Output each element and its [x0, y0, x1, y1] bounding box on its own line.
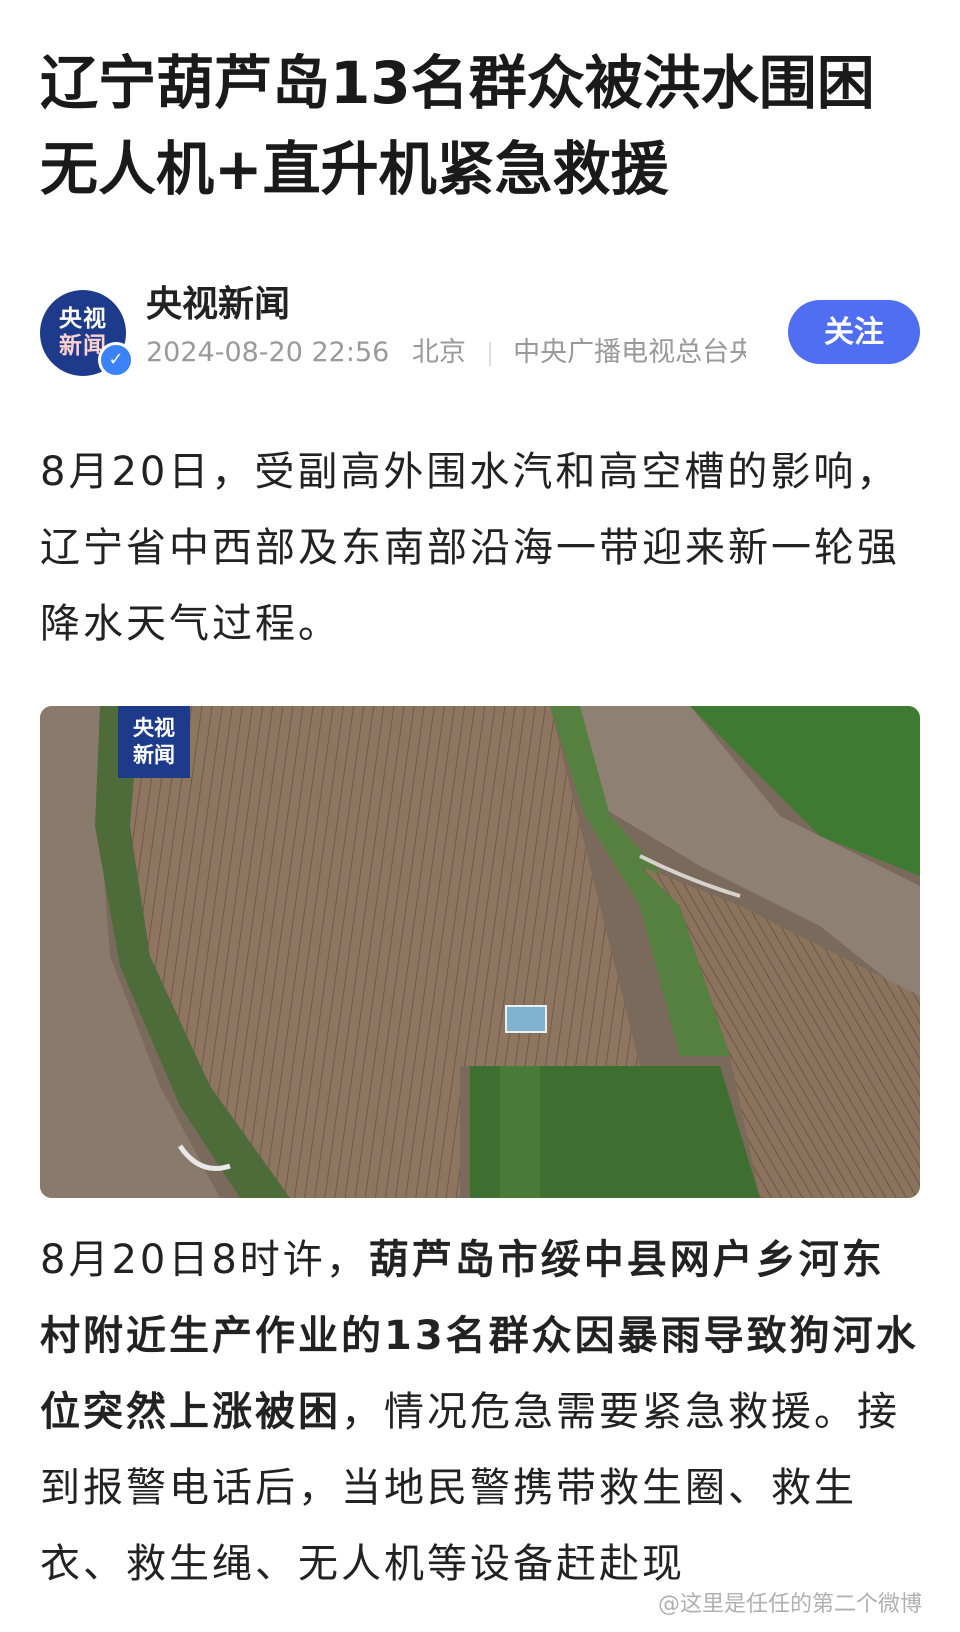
title-line-1: 辽宁葫芦岛13名群众被洪水围困 — [40, 49, 875, 117]
image-logo: 央视 新闻 — [118, 706, 190, 778]
image-logo-line2: 新闻 — [133, 743, 175, 767]
watermark: @这里是任任的第二个微博 — [657, 1592, 922, 1617]
publish-location: 北京 — [411, 337, 466, 368]
author-meta: 2024-08-20 22:56 北京 中央广播电视总台央... — [146, 336, 746, 370]
news-photo[interactable]: 央视 新闻 — [40, 706, 920, 1198]
follow-button[interactable]: 关注 — [788, 300, 920, 364]
aerial-flood-photo — [40, 706, 920, 1198]
avatar-text-line1: 央视 — [59, 306, 107, 332]
article-title: 辽宁葫芦岛13名群众被洪水围困 无人机+直升机紧急救援 — [40, 40, 920, 212]
author-source: 中央广播电视总台央... — [513, 337, 746, 368]
author-name[interactable]: 央视新闻 — [146, 284, 290, 326]
paragraph-2: 8月20日8时许，葫芦岛市绥中县网户乡河东村附近生产作业的13名群众因暴雨导致狗… — [40, 1222, 920, 1602]
paragraph-1: 8月20日，受副高外围水汽和高空槽的影响，辽宁省中西部及东南部沿海一带迎来新一轮… — [40, 449, 900, 647]
publish-datetime: 2024-08-20 22:56 — [146, 337, 390, 368]
image-logo-line1: 央视 — [133, 716, 175, 740]
author-row: 央视 新闻 ✓ 央视新闻 2024-08-20 22:56 北京 中央广播电视总… — [40, 284, 920, 378]
paragraph-2-lead: 8月20日8时许， — [40, 1237, 369, 1283]
meta-divider — [488, 341, 491, 366]
verified-badge-icon: ✓ — [98, 342, 134, 378]
title-line-2: 无人机+直升机紧急救援 — [40, 135, 669, 203]
